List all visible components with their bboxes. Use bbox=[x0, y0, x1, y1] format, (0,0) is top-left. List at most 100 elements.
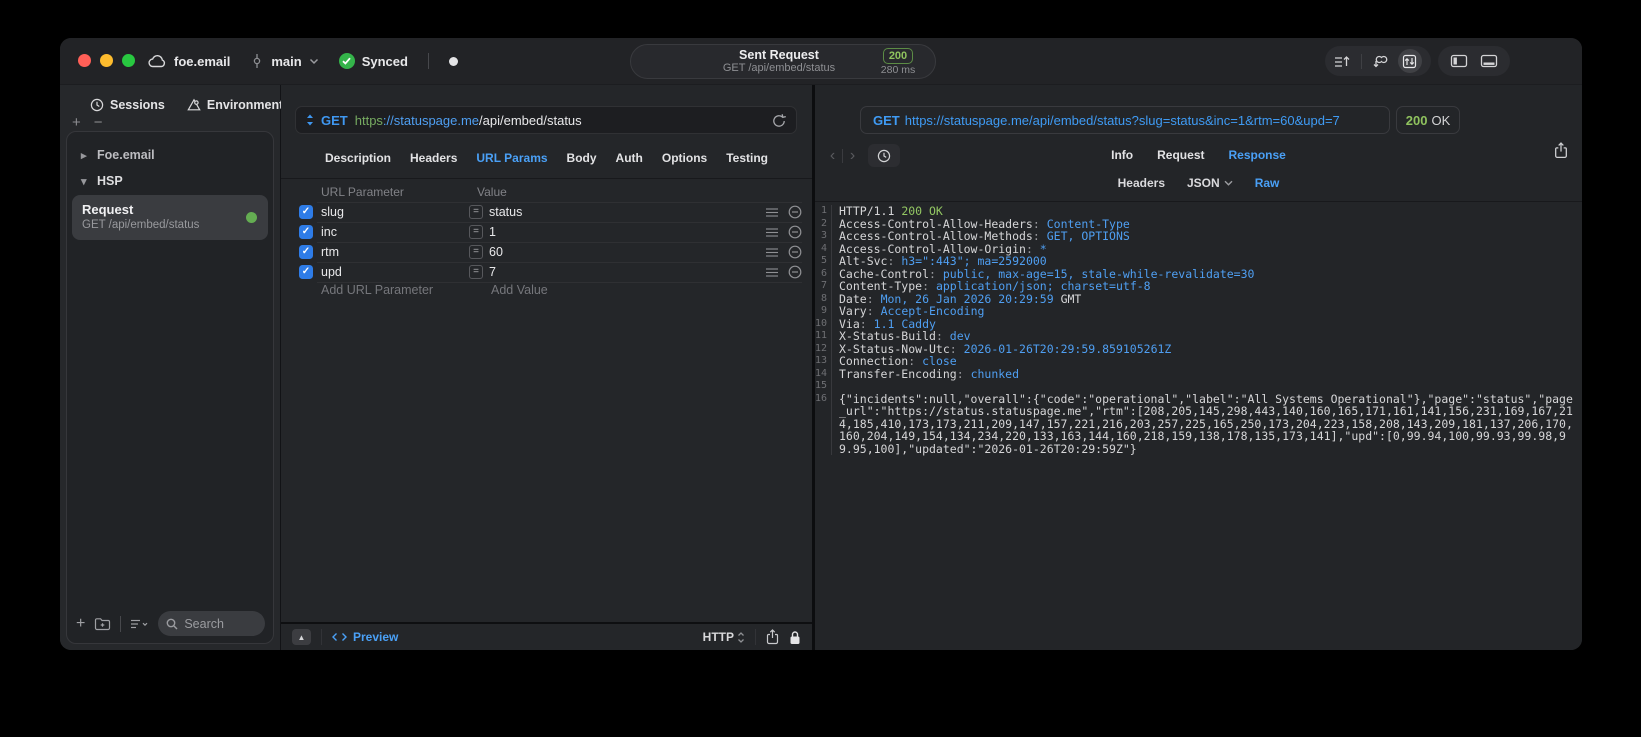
subtab-json[interactable]: JSON bbox=[1187, 176, 1233, 190]
param-row-upd[interactable]: ✓ upd = 7 bbox=[295, 262, 802, 282]
remove-param-icon[interactable] bbox=[788, 205, 802, 219]
line-number: 8 bbox=[815, 292, 832, 305]
preview-button[interactable]: Preview bbox=[332, 630, 398, 644]
param-checkbox[interactable]: ✓ bbox=[299, 265, 313, 279]
toolbar-group-panels bbox=[1438, 46, 1510, 76]
param-value[interactable]: 7 bbox=[489, 265, 756, 279]
response-subtabs: Headers JSON Raw bbox=[815, 176, 1582, 190]
clock-icon bbox=[90, 98, 104, 112]
tree-group-foe-email[interactable]: ▸ Foe.email bbox=[67, 140, 273, 166]
column-url-parameter: URL Parameter bbox=[321, 185, 404, 199]
param-checkbox[interactable]: ✓ bbox=[299, 225, 313, 239]
tab-options[interactable]: Options bbox=[662, 151, 707, 165]
new-request-button[interactable]: + bbox=[76, 615, 85, 632]
param-name[interactable]: slug bbox=[321, 205, 469, 219]
sort-list-icon[interactable] bbox=[1334, 54, 1351, 69]
branch-icon bbox=[254, 54, 261, 68]
sort-filter-icon[interactable] bbox=[130, 618, 149, 630]
resend-icon[interactable] bbox=[772, 113, 786, 128]
remove-param-icon[interactable] bbox=[788, 225, 802, 239]
editor-footer: ▲ Preview HTTP bbox=[281, 622, 812, 650]
toggle-sidebar-icon[interactable] bbox=[1450, 54, 1468, 68]
method-selector-icon[interactable] bbox=[306, 114, 314, 126]
titlebar-divider bbox=[427, 53, 429, 69]
titlebar: foe.email main Synced Sent Request GET /… bbox=[60, 38, 1582, 84]
sent-request-title: Sent Request bbox=[739, 48, 819, 62]
param-row-inc[interactable]: ✓ inc = 1 bbox=[295, 222, 802, 242]
add-session-button[interactable]: + bbox=[72, 114, 81, 131]
param-name[interactable]: upd bbox=[321, 265, 469, 279]
close-button[interactable] bbox=[78, 54, 91, 67]
line-number: 16 bbox=[815, 392, 832, 455]
tab-sessions-label: Sessions bbox=[110, 98, 165, 112]
remove-session-button[interactable]: − bbox=[94, 114, 103, 131]
link-requests-icon[interactable] bbox=[1371, 54, 1388, 69]
request-url[interactable]: https://statuspage.me/api/embed/status bbox=[355, 113, 582, 128]
protocol-selector[interactable]: HTTP bbox=[703, 630, 745, 644]
branch-switcher[interactable]: main bbox=[250, 53, 318, 69]
subtab-headers[interactable]: Headers bbox=[1118, 176, 1165, 190]
tab-description[interactable]: Description bbox=[325, 151, 391, 165]
line-number: 12 bbox=[815, 342, 832, 355]
request-url-bar[interactable]: GET https://statuspage.me/api/embed/stat… bbox=[295, 106, 797, 134]
tab-headers[interactable]: Headers bbox=[410, 151, 457, 165]
project-switcher[interactable]: foe.email bbox=[148, 54, 230, 69]
param-value[interactable]: 1 bbox=[489, 225, 756, 239]
sidebar-search[interactable]: Search bbox=[158, 611, 265, 636]
tab-auth[interactable]: Auth bbox=[616, 151, 643, 165]
drag-handle-icon[interactable] bbox=[766, 267, 778, 277]
remove-param-icon[interactable] bbox=[788, 265, 802, 279]
tab-environments[interactable]: Environments bbox=[187, 98, 290, 112]
tab-info[interactable]: Info bbox=[1111, 148, 1133, 162]
tree-group-hsp[interactable]: ▾ HSP bbox=[67, 166, 273, 192]
minimize-button[interactable] bbox=[100, 54, 113, 67]
branch-name: main bbox=[271, 53, 302, 69]
param-checkbox[interactable]: ✓ bbox=[299, 205, 313, 219]
tab-testing[interactable]: Testing bbox=[726, 151, 768, 165]
preview-label: Preview bbox=[353, 630, 399, 644]
toolbar-divider bbox=[1360, 53, 1362, 69]
column-value: Value bbox=[477, 185, 507, 199]
subtab-raw[interactable]: Raw bbox=[1255, 176, 1280, 190]
import-export-icon bbox=[1402, 54, 1417, 68]
param-value[interactable]: status bbox=[489, 205, 756, 219]
param-name[interactable]: rtm bbox=[321, 245, 469, 259]
share-icon[interactable] bbox=[766, 629, 779, 645]
drag-handle-icon[interactable] bbox=[766, 207, 778, 217]
new-folder-icon[interactable] bbox=[94, 617, 111, 631]
sync-status[interactable]: Synced bbox=[338, 53, 408, 69]
import-export-button[interactable] bbox=[1397, 49, 1422, 73]
remove-param-icon[interactable] bbox=[788, 245, 802, 259]
response-body[interactable]: 1 HTTP/1.1 200 OK 2 Access-Control-Allow-He… bbox=[815, 205, 1574, 455]
tab-url-params[interactable]: URL Params bbox=[476, 151, 547, 165]
line-number: 3 bbox=[815, 230, 832, 243]
param-row-rtm[interactable]: ✓ rtm = 60 bbox=[295, 242, 802, 262]
zoom-button[interactable] bbox=[122, 54, 135, 67]
app-window: foe.email main Synced Sent Request GET /… bbox=[60, 38, 1582, 650]
lock-icon[interactable] bbox=[789, 630, 801, 645]
tab-request[interactable]: Request bbox=[1157, 148, 1204, 162]
tab-response[interactable]: Response bbox=[1228, 148, 1285, 162]
chevron-down-icon bbox=[309, 58, 318, 64]
request-method[interactable]: GET bbox=[321, 113, 348, 128]
param-checkbox[interactable]: ✓ bbox=[299, 245, 313, 259]
param-value[interactable]: 60 bbox=[489, 245, 756, 259]
collapse-panel-button[interactable]: ▲ bbox=[292, 629, 311, 645]
request-tabs: Description Headers URL Params Body Auth Opti… bbox=[281, 151, 812, 165]
param-row-slug[interactable]: ✓ slug = status bbox=[295, 202, 802, 222]
tab-sessions[interactable]: Sessions bbox=[90, 98, 165, 112]
response-request-line[interactable]: GET https://statuspage.me/api/embed/stat… bbox=[860, 106, 1390, 134]
sent-request-pill[interactable]: Sent Request GET /api/embed/status 200 2… bbox=[630, 44, 936, 79]
add-value[interactable]: Add Value bbox=[491, 283, 691, 297]
toggle-bottom-panel-icon[interactable] bbox=[1480, 54, 1498, 68]
response-request-url: https://statuspage.me/api/embed/status?s… bbox=[904, 112, 1340, 128]
footer-divider bbox=[321, 629, 322, 645]
export-response-icon[interactable] bbox=[1554, 142, 1568, 159]
tab-body[interactable]: Body bbox=[567, 151, 597, 165]
drag-handle-icon[interactable] bbox=[766, 227, 778, 237]
drag-handle-icon[interactable] bbox=[766, 247, 778, 257]
param-name[interactable]: inc bbox=[321, 225, 469, 239]
sync-check-icon bbox=[338, 53, 355, 69]
request-list-item[interactable]: Request GET /api/embed/status bbox=[72, 195, 268, 240]
line-number: 6 bbox=[815, 267, 832, 280]
